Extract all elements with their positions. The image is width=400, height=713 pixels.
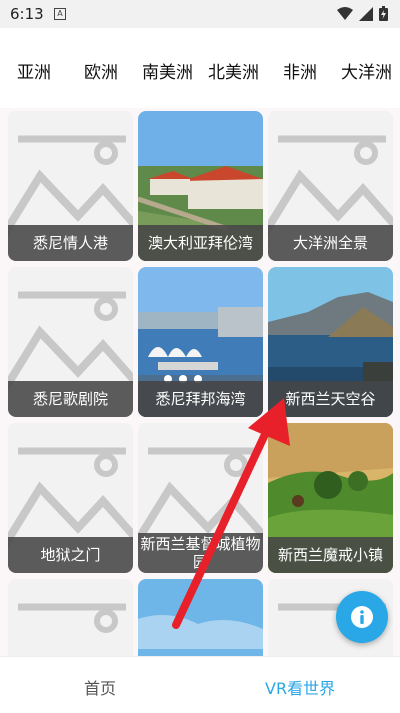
tile-label: 澳大利亚拜伦湾 xyxy=(138,225,263,261)
tile-label: 地狱之门 xyxy=(8,537,133,573)
notification-a-icon: A xyxy=(54,8,66,20)
tile-label: 悉尼情人港 xyxy=(8,225,133,261)
tab-north-america[interactable]: 北美洲 xyxy=(208,58,259,83)
destination-grid: 悉尼情人港 澳大利亚拜伦湾 大洋洲全景 悉尼歌剧院 悉尼拜邦海湾 新西兰天空谷 … xyxy=(0,108,400,656)
placeholder-image-icon xyxy=(8,579,133,656)
continent-tabs: 亚洲 欧洲 南美洲 北美洲 非洲 大洋洲 xyxy=(0,28,400,108)
tile-hells-gate[interactable]: 地狱之门 xyxy=(8,423,133,573)
sky-photo xyxy=(138,579,263,656)
tab-europe[interactable]: 欧洲 xyxy=(84,58,118,83)
tile-sydney-darling-harbour[interactable]: 悉尼情人港 xyxy=(8,111,133,261)
tile-christchurch-botanic[interactable]: 新西兰基督城植物园 xyxy=(138,423,263,573)
tile-oceania-panorama[interactable]: 大洋洲全景 xyxy=(268,111,393,261)
status-time: 6:13 xyxy=(10,5,44,23)
tile-sydney-opera-house[interactable]: 悉尼歌剧院 xyxy=(8,267,133,417)
signal-icon xyxy=(359,6,373,21)
tile-nz-skyline[interactable]: 新西兰天空谷 xyxy=(268,267,393,417)
tile-label: 新西兰魔戒小镇 xyxy=(268,537,393,573)
tab-asia[interactable]: 亚洲 xyxy=(17,58,51,83)
tile-label: 大洋洲全景 xyxy=(268,225,393,261)
tile-photo[interactable] xyxy=(138,579,263,656)
tile-placeholder[interactable] xyxy=(8,579,133,656)
tile-sydney-bay[interactable]: 悉尼拜邦海湾 xyxy=(138,267,263,417)
tile-label: 新西兰基督城植物园 xyxy=(138,533,263,573)
status-icons xyxy=(337,6,388,21)
battery-icon xyxy=(379,6,388,21)
tile-label: 新西兰天空谷 xyxy=(268,381,393,417)
info-icon xyxy=(351,606,373,628)
wifi-icon xyxy=(337,6,353,20)
nav-vr-world[interactable]: VR看世界 xyxy=(265,675,335,699)
status-bar: 6:13 A xyxy=(0,0,400,28)
tile-label: 悉尼歌剧院 xyxy=(8,381,133,417)
bottom-nav: 首页 VR看世界 xyxy=(0,656,400,713)
tile-byron-bay[interactable]: 澳大利亚拜伦湾 xyxy=(138,111,263,261)
info-button[interactable] xyxy=(336,591,388,643)
tab-south-america[interactable]: 南美洲 xyxy=(142,58,193,83)
tile-label: 悉尼拜邦海湾 xyxy=(138,381,263,417)
nav-home[interactable]: 首页 xyxy=(84,675,116,699)
tab-oceania[interactable]: 大洋洲 xyxy=(341,58,392,83)
tile-hobbiton[interactable]: 新西兰魔戒小镇 xyxy=(268,423,393,573)
tab-africa[interactable]: 非洲 xyxy=(283,58,317,83)
